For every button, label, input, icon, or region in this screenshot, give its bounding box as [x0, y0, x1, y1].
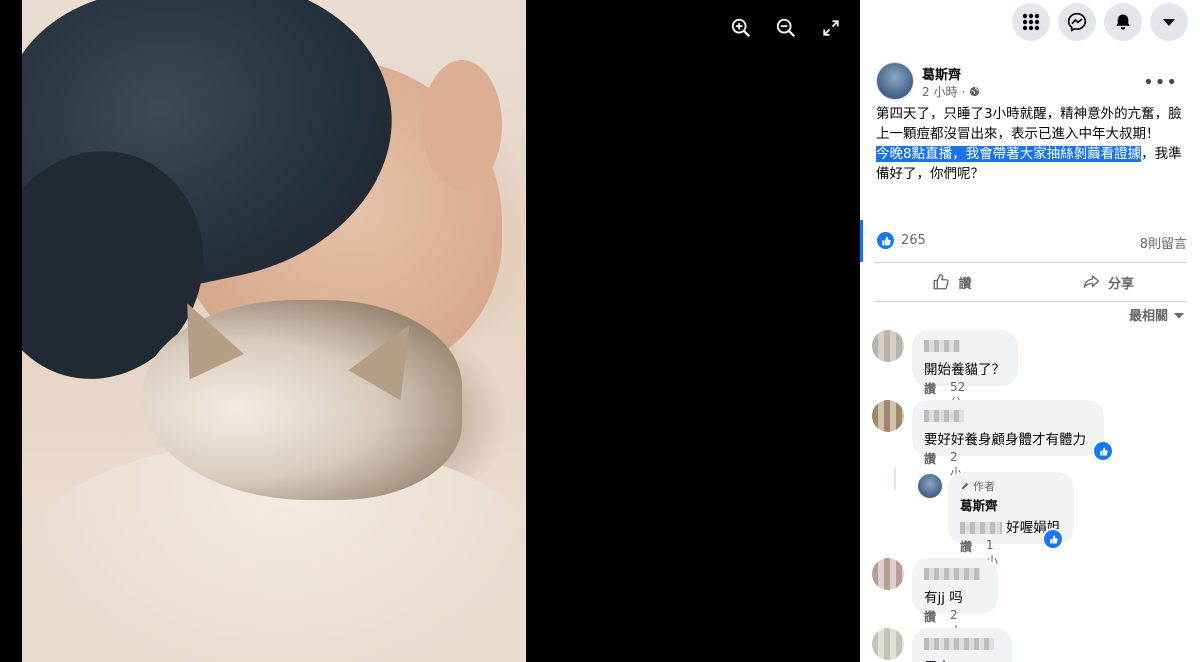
commenter-name[interactable] [924, 638, 994, 650]
commenter-avatar[interactable] [872, 400, 904, 432]
comment-bubble: 早安 [912, 628, 1012, 662]
messenger-icon [1067, 12, 1087, 32]
comment-like-reaction-icon[interactable] [1092, 440, 1114, 462]
author-badge: 作者 [960, 478, 1062, 494]
post-photo[interactable] [22, 0, 526, 662]
comment-text: 要好好養身顧身體才有體力 [924, 432, 1086, 448]
post-options-button[interactable]: ••• [1143, 72, 1178, 93]
mentioned-name[interactable] [960, 522, 1002, 534]
globe-icon [970, 86, 980, 97]
author-badge-label: 作者 [973, 480, 995, 493]
bell-icon [1116, 14, 1130, 30]
pencil-icon [961, 482, 969, 490]
post-text-highlight: 今晚8點直播，我會帶著大家抽絲剝繭看證據 [876, 146, 1142, 162]
post-text-main: 第四天了，只睡了3小時就醒，精神意外的亢奮，臉上一顆痘都沒冒出來，表示已進入中年… [876, 106, 1182, 142]
like-count[interactable]: 265 [901, 233, 926, 248]
post-meta: 2 小時 · [922, 83, 980, 100]
menu-button[interactable] [1012, 3, 1050, 41]
post-stats: 265 8則留言 [860, 220, 1200, 262]
like-reaction-icon[interactable] [877, 232, 894, 249]
post-text: 第四天了，只睡了3小時就醒，精神意外的亢奮，臉上一顆痘都沒冒出來，表示已進入中年… [876, 104, 1188, 184]
reply-author-avatar[interactable] [918, 474, 942, 498]
meta-separator: · [961, 84, 966, 99]
commenter-name[interactable] [924, 568, 980, 580]
author-name[interactable]: 葛斯齊 [922, 64, 980, 83]
reply-like-reaction-icon[interactable] [1042, 528, 1064, 550]
comment-sort-label: 最相關 [1128, 309, 1168, 324]
photo-viewer [0, 0, 860, 662]
comment-bubble: 有jj 吗 [912, 558, 998, 614]
comment-bubble: 開始養貓了？ [912, 330, 1018, 386]
share-icon [1083, 275, 1100, 288]
top-bar [860, 0, 1200, 44]
thumbs-up-icon [934, 273, 950, 290]
like-button[interactable]: 讚 [874, 263, 1030, 301]
zoom-in-button[interactable] [727, 14, 755, 42]
zoom-out-button[interactable] [772, 14, 800, 42]
commenter-name[interactable] [924, 340, 960, 352]
fullscreen-icon [823, 20, 839, 36]
like-button-label: 讚 [958, 276, 972, 292]
comment-count[interactable]: 8則留言 [1140, 233, 1187, 252]
reply-author-name[interactable]: 葛斯齊 [960, 495, 1062, 514]
share-button-label: 分享 [1107, 276, 1134, 292]
messenger-button[interactable] [1058, 3, 1096, 41]
reply-thread-line [894, 468, 896, 490]
comment-bubble: 要好好養身顧身體才有體力 [912, 400, 1104, 456]
post-time[interactable]: 2 小時 [922, 83, 957, 100]
zoom-out-icon [776, 18, 796, 38]
fullscreen-button[interactable] [817, 14, 845, 42]
comment-text: 有jj 吗 [924, 590, 963, 606]
author-avatar[interactable] [876, 62, 914, 100]
menu-grid-icon [1022, 13, 1040, 31]
notifications-button[interactable] [1104, 3, 1142, 41]
post-actions: 讚 分享 [874, 262, 1186, 302]
zoom-in-icon [731, 18, 751, 38]
post-panel: 葛斯齊 2 小時 · ••• 第四天了，只睡了3小時就醒，精神意外的亢奮，臉上一… [860, 0, 1200, 662]
share-button[interactable]: 分享 [1030, 263, 1186, 301]
comment-sort-dropdown[interactable]: 最相關 [1129, 305, 1184, 324]
commenter-avatar[interactable] [872, 628, 904, 660]
comment-text: 早安 [924, 656, 1000, 662]
caret-down-icon [1163, 19, 1175, 26]
account-menu-button[interactable] [1150, 3, 1188, 41]
commenter-avatar[interactable] [872, 558, 904, 590]
caret-down-icon [1174, 312, 1184, 318]
post-header: 葛斯齊 2 小時 · [876, 62, 980, 100]
commenter-name[interactable] [924, 410, 964, 422]
photo-ear [422, 60, 502, 190]
commenter-avatar[interactable] [872, 330, 904, 362]
comment-text: 開始養貓了？ [924, 362, 1005, 378]
